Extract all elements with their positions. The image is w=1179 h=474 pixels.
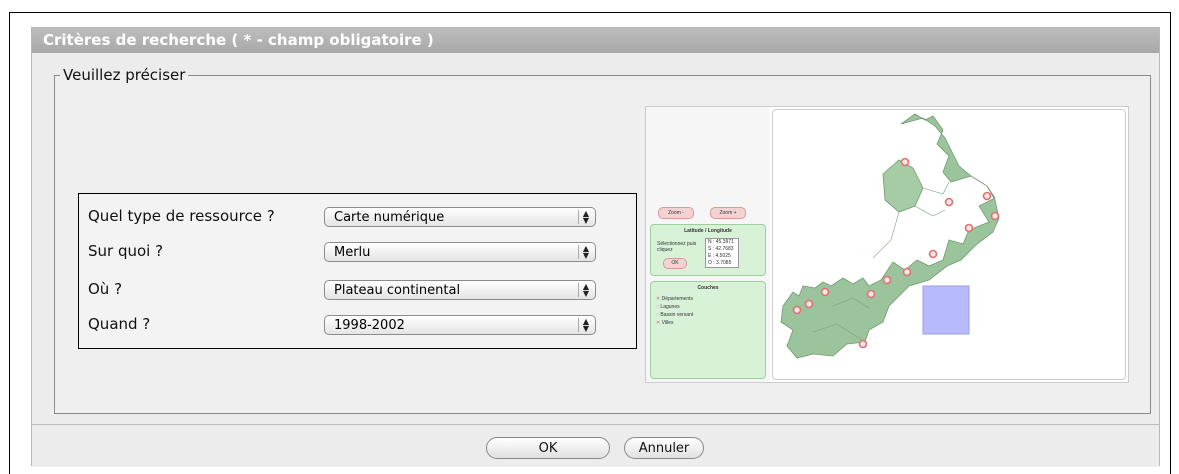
city-marker — [928, 249, 938, 259]
city-marker — [882, 275, 892, 285]
subject-label: Sur quoi ? — [88, 242, 164, 260]
layers-panel: Couches ✕ Départements □ Lagunes □ Bassi… — [650, 281, 766, 379]
select-arrows-icon: ▲ ▼ — [578, 210, 593, 225]
latlon-ok-button[interactable]: OK — [663, 258, 687, 269]
select-arrows-icon: ▲ ▼ — [578, 283, 593, 298]
layer-item[interactable]: □ Lagunes — [656, 303, 765, 311]
location-label: Où ? — [88, 280, 123, 298]
city-marker — [982, 191, 992, 201]
map-controls: Zoom - Zoom + Latitude / Longitude Sélec… — [646, 107, 770, 382]
coord-south: S : 42.7683 — [708, 246, 734, 252]
city-marker — [902, 267, 912, 277]
criteria-row-location: Où ? Plateau continental ▲ ▼ — [88, 280, 628, 302]
layer-label: Lagunes — [660, 304, 680, 310]
period-select[interactable]: 1998-2002 ▲ ▼ — [324, 315, 596, 335]
coords-readout: N : 45.3971 S : 42.7683 E : 4.5025 O : 3… — [705, 238, 739, 268]
dialog-footer: OK Annuler — [32, 424, 1159, 467]
selection-hint: Sélectionnez puis cliquez — [657, 241, 697, 253]
fieldset-legend: Veuillez préciser — [63, 66, 186, 84]
resource-type-value: Carte numérique — [334, 210, 445, 225]
map-canvas[interactable] — [772, 109, 1126, 380]
criteria-row-type: Quel type de ressource ? Carte numérique… — [88, 207, 628, 229]
ok-button[interactable]: OK — [486, 437, 610, 459]
selection-rectangle[interactable] — [922, 285, 970, 335]
zoom-in-button[interactable]: Zoom + — [710, 207, 746, 219]
period-value: 1998-2002 — [334, 318, 405, 333]
criteria-box: Quel type de ressource ? Carte numérique… — [78, 193, 637, 349]
layers-title: Couches — [697, 285, 719, 291]
location-select[interactable]: Plateau continental ▲ ▼ — [324, 280, 596, 300]
city-marker — [792, 305, 802, 315]
cancel-button[interactable]: Annuler — [624, 437, 704, 459]
city-marker — [990, 211, 1000, 221]
layer-item[interactable]: □ Bassin versant — [656, 311, 765, 319]
period-label: Quand ? — [88, 315, 151, 333]
coord-east: E : 4.5025 — [708, 253, 731, 259]
city-marker — [866, 289, 876, 299]
layer-uncheck-icon: □ — [656, 312, 660, 318]
zoom-out-button[interactable]: Zoom - — [658, 207, 694, 219]
layer-label: Départements — [661, 296, 693, 302]
layer-label: Villes — [661, 320, 674, 326]
layer-check-icon: ✕ — [656, 296, 661, 302]
latlon-panel: Latitude / Longitude Sélectionnez puis c… — [650, 224, 766, 276]
layer-label: Bassin versant — [660, 312, 694, 318]
resource-type-label: Quel type de ressource ? — [88, 207, 275, 225]
city-marker — [804, 299, 814, 309]
latlon-title: Latitude / Longitude — [684, 228, 732, 234]
select-arrows-icon: ▲ ▼ — [578, 318, 593, 333]
layer-uncheck-icon: □ — [656, 304, 660, 310]
resource-type-select[interactable]: Carte numérique ▲ ▼ — [324, 207, 596, 227]
layer-check-icon: ✕ — [656, 320, 661, 326]
criteria-row-subject: Sur quoi ? Merlu ▲ ▼ — [88, 242, 628, 264]
layer-item[interactable]: ✕ Villes — [656, 319, 765, 327]
panel-title: Critères de recherche ( * - champ obliga… — [32, 28, 1159, 53]
location-value: Plateau continental — [334, 283, 461, 298]
city-marker — [964, 223, 974, 233]
subject-value: Merlu — [334, 245, 371, 260]
region-map — [780, 113, 1000, 359]
search-criteria-panel: Critères de recherche ( * - champ obliga… — [31, 27, 1160, 467]
city-marker — [858, 339, 868, 349]
coord-north: N : 45.3971 — [708, 239, 734, 245]
city-marker — [900, 157, 910, 167]
city-marker — [820, 287, 830, 297]
select-arrows-icon: ▲ ▼ — [578, 245, 593, 260]
layer-item[interactable]: ✕ Départements — [656, 295, 765, 303]
subject-select[interactable]: Merlu ▲ ▼ — [324, 242, 596, 262]
coord-west: O : 3.7085 — [708, 260, 732, 266]
city-marker — [944, 197, 954, 207]
map-widget: Zoom - Zoom + Latitude / Longitude Sélec… — [645, 106, 1129, 383]
criteria-row-period: Quand ? 1998-2002 ▲ ▼ — [88, 315, 628, 337]
